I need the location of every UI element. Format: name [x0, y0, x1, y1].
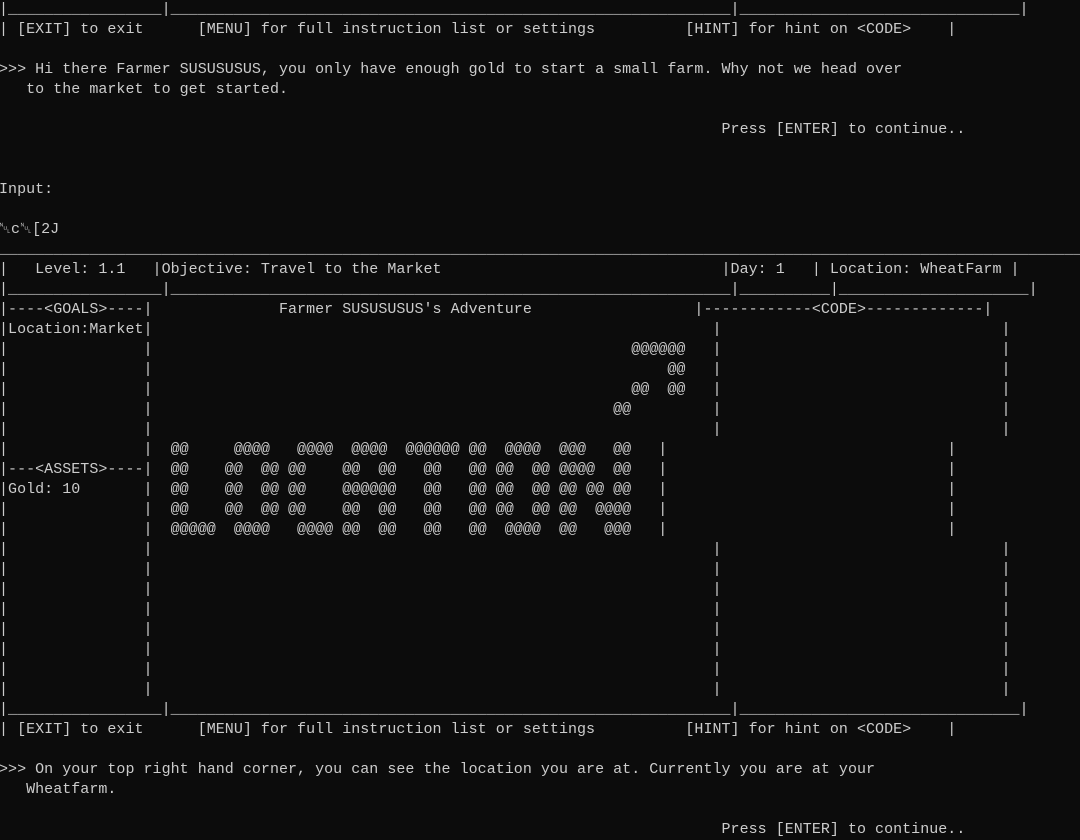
terminal-line: |_________________|_____________________…: [0, 701, 1029, 718]
terminal-line: |----<GOALS>----| Farmer SUSUSUSUS's Adv…: [0, 301, 993, 318]
terminal-line: Input:: [0, 181, 54, 198]
terminal-line: Press [ENTER] to continue..: [0, 121, 966, 138]
terminal-line: | | | |: [0, 681, 1011, 698]
terminal-line: to the market to get started.: [0, 81, 289, 98]
terminal-line: |Location:Market| | |: [0, 321, 1011, 338]
terminal-line: | [EXIT] to exit [MENU] for full instruc…: [0, 721, 957, 738]
terminal-line: | | @@ | |: [0, 361, 1011, 378]
terminal-line: >>> On your top right hand corner, you c…: [0, 761, 876, 778]
terminal-line: >>> Hi there Farmer SUSUSUSUS, you only …: [0, 61, 903, 78]
terminal-line: | | @@ @@ | |: [0, 381, 1011, 398]
terminal-line: | | @@ @@@@ @@@@ @@@@ @@@@@@ @@ @@@@ @@@…: [0, 441, 957, 458]
terminal-line: | | @@@@@ @@@@ @@@@ @@ @@ @@ @@ @@@@ @@ …: [0, 521, 957, 538]
terminal-line: | Level: 1.1 |Objective: Travel to the M…: [0, 261, 1020, 278]
terminal-line: ␀c␀[2J: [0, 221, 60, 238]
terminal-line: | | | |: [0, 541, 1011, 558]
terminal-line: | | | |: [0, 581, 1011, 598]
terminal-line: | | @@@@@@ | |: [0, 341, 1011, 358]
terminal-line: | | @@ | |: [0, 401, 1011, 418]
terminal-line: | | | |: [0, 641, 1011, 658]
terminal-line: | | | |: [0, 561, 1011, 578]
terminal-line: | [EXIT] to exit [MENU] for full instruc…: [0, 21, 957, 38]
terminal-line: | | | |: [0, 661, 1011, 678]
terminal-line: |_________________|_____________________…: [0, 1, 1029, 18]
terminal-line: Press [ENTER] to continue..: [0, 821, 966, 838]
terminal-line: |---<ASSETS>----| @@ @@ @@ @@ @@ @@ @@ @…: [0, 461, 957, 478]
terminal-line: |Gold: 10 | @@ @@ @@ @@ @@@@@@ @@ @@ @@ …: [0, 481, 957, 498]
terminal-line: ________________________________________…: [0, 241, 1080, 258]
terminal-line: | | | |: [0, 621, 1011, 638]
terminal-window[interactable]: |_________________|_____________________…: [0, 0, 1080, 840]
terminal-line: | | | |: [0, 601, 1011, 618]
terminal-line: Wheatfarm.: [0, 781, 117, 798]
terminal-line: | | | |: [0, 421, 1011, 438]
terminal-line: | | @@ @@ @@ @@ @@ @@ @@ @@ @@ @@ @@ @@@…: [0, 501, 957, 518]
terminal-line: |_________________|_____________________…: [0, 281, 1038, 298]
